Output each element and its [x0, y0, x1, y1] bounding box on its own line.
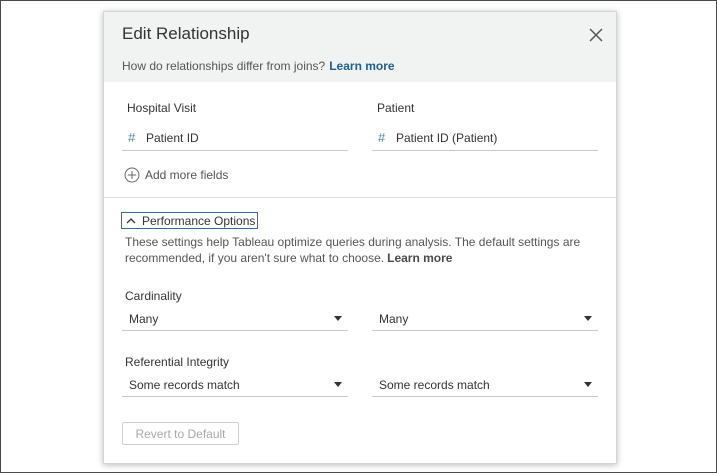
left-table-label: Hospital Visit [127, 101, 197, 115]
integrity-right-value: Some records match [379, 377, 490, 392]
section-divider [104, 197, 616, 198]
dialog-subtitle: How do relationships differ from joins? L… [122, 59, 395, 73]
right-table-label: Patient [377, 101, 415, 115]
close-icon [589, 28, 603, 42]
integrity-right-dropdown[interactable]: Some records match [372, 373, 598, 397]
caret-down-icon [584, 382, 592, 387]
performance-description: These settings help Tableau optimize que… [125, 234, 595, 266]
dialog-title: Edit Relationship [122, 24, 250, 43]
number-hash-icon: # [378, 130, 386, 145]
close-button[interactable] [586, 25, 606, 45]
edit-relationship-dialog: Edit Relationship How do relationships d… [103, 11, 617, 464]
right-field-name: Patient ID (Patient) [396, 130, 498, 145]
add-more-fields-label: Add more fields [145, 168, 229, 182]
cardinality-right-dropdown[interactable]: Many [372, 307, 598, 331]
screen: Edit Relationship How do relationships d… [0, 0, 717, 473]
performance-learn-more-link[interactable]: Learn more [387, 251, 452, 265]
performance-options-label: Performance Options [142, 213, 256, 228]
cardinality-left-value: Many [129, 311, 159, 326]
cardinality-label: Cardinality [125, 289, 182, 303]
learn-more-link[interactable]: Learn more [329, 59, 394, 73]
cardinality-left-dropdown[interactable]: Many [122, 307, 348, 331]
integrity-left-value: Some records match [129, 377, 240, 392]
chevron-up-icon [126, 217, 136, 223]
number-hash-icon: # [128, 130, 136, 145]
integrity-left-dropdown[interactable]: Some records match [122, 373, 348, 397]
referential-integrity-label: Referential Integrity [125, 355, 230, 369]
performance-options-toggle[interactable]: Performance Options [121, 212, 259, 229]
right-field-select[interactable]: # Patient ID (Patient) [372, 125, 598, 151]
caret-down-icon [334, 316, 342, 321]
cardinality-right-value: Many [379, 311, 409, 326]
subtitle-text: How do relationships differ from joins? [122, 59, 326, 73]
caret-down-icon [584, 316, 592, 321]
revert-to-default-button[interactable]: Revert to Default [122, 422, 239, 445]
add-more-fields-button[interactable]: Add more fields [124, 167, 228, 183]
caret-down-icon [334, 382, 342, 387]
dialog-header: Edit Relationship How do relationships d… [104, 12, 616, 82]
performance-description-text: These settings help Tableau optimize que… [125, 235, 581, 265]
left-field-name: Patient ID [146, 130, 199, 145]
plus-circle-icon [124, 167, 140, 183]
left-field-select[interactable]: # Patient ID [122, 125, 348, 151]
